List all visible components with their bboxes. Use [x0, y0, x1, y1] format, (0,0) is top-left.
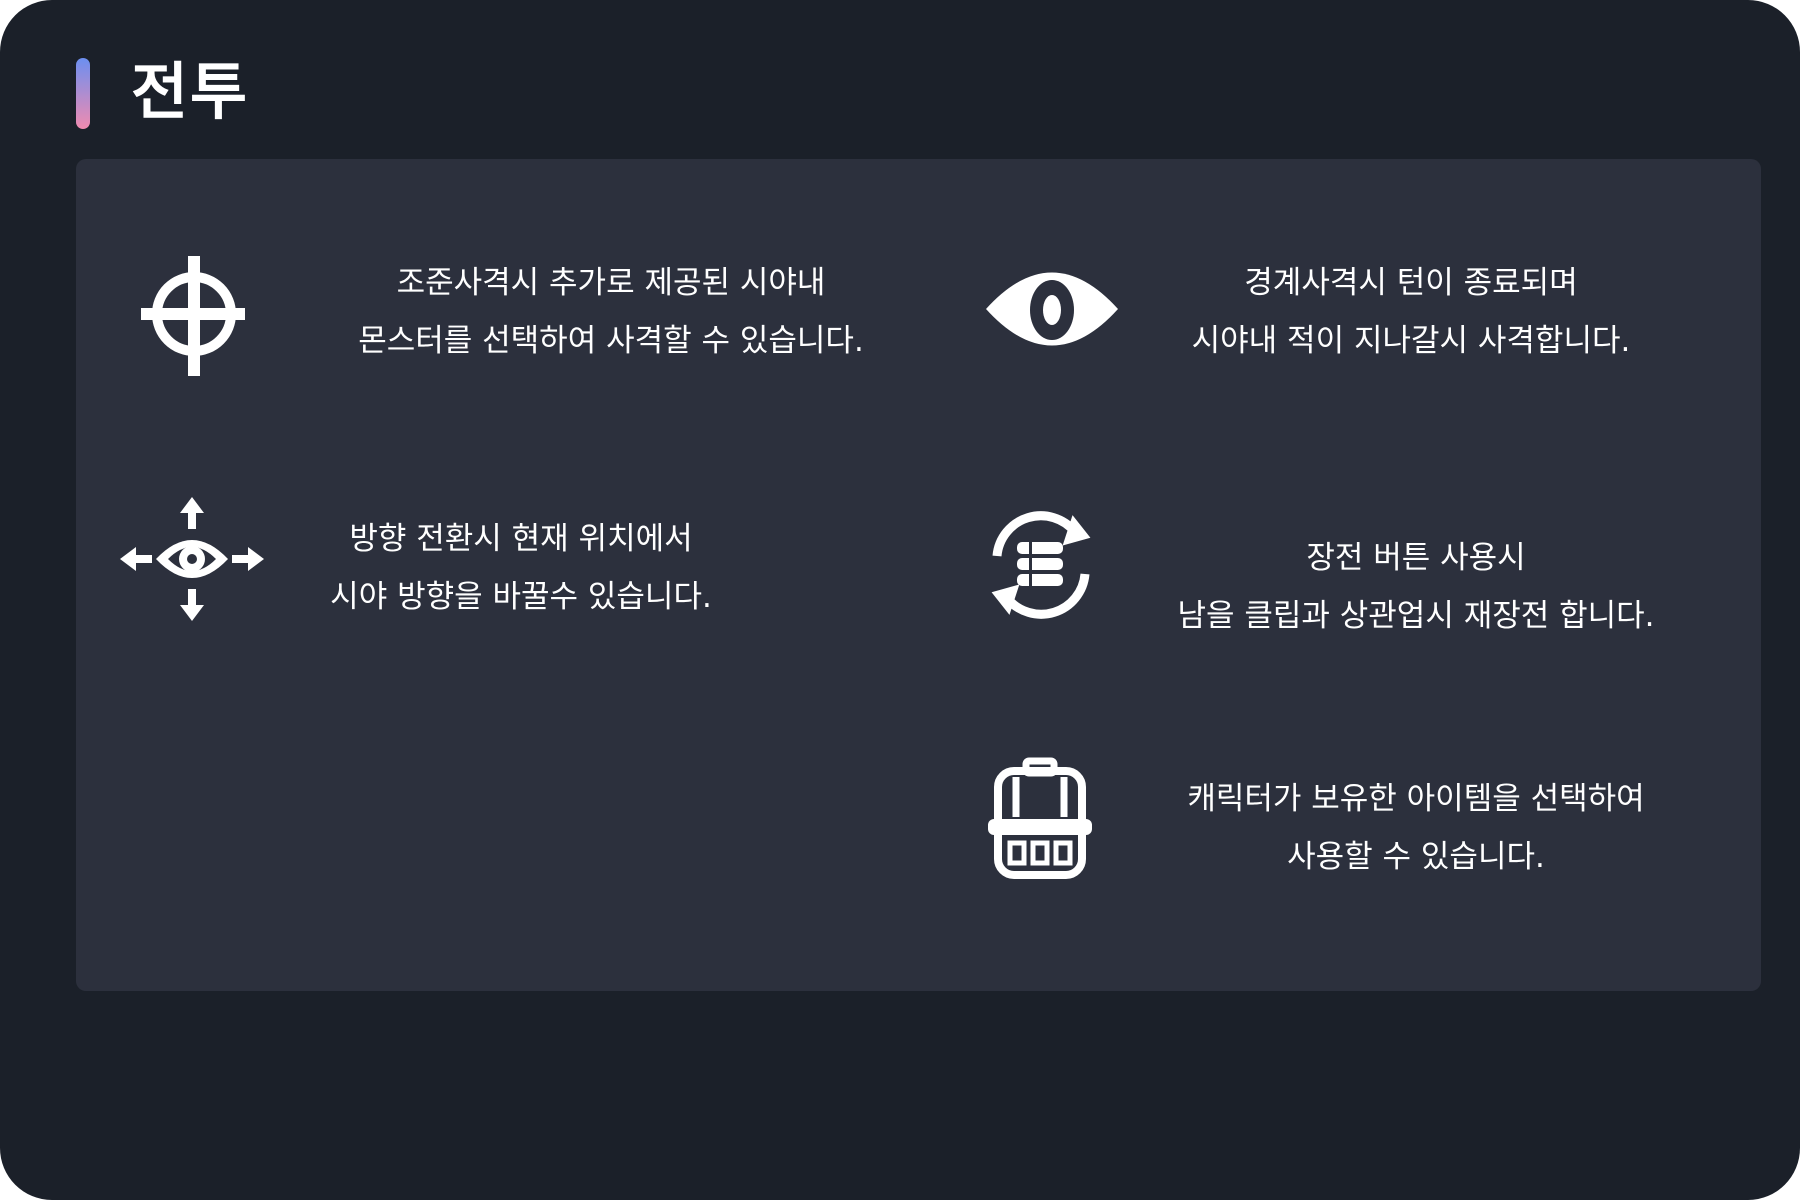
description-line: 장전 버튼 사용시 — [1306, 540, 1526, 576]
description-line: 시야 방향을 바꿀수 있습니다. — [330, 579, 712, 615]
backpack-icon — [984, 757, 1096, 881]
feature-description: 조준사격시 추가로 제공된 시야내 몬스터를 선택하여 사격할 수 있습니다. — [301, 254, 921, 370]
reload-icon — [979, 504, 1103, 626]
eye-icon — [982, 254, 1122, 364]
eye-arrows-icon — [118, 495, 266, 623]
description-line: 사용할 수 있습니다. — [1287, 839, 1545, 875]
description-line: 몬스터를 선택하여 사격할 수 있습니다. — [358, 323, 864, 359]
page-title: 전투 — [131, 55, 250, 128]
title-accent-bar — [76, 58, 90, 129]
feature-description: 장전 버튼 사용시 남을 클립과 상관업시 재장전 합니다. — [1156, 529, 1676, 645]
features-panel: 조준사격시 추가로 제공된 시야내 몬스터를 선택하여 사격할 수 있습니다. … — [76, 159, 1761, 991]
description-line: 조준사격시 추가로 제공된 시야내 — [396, 265, 826, 301]
description-line: 시야내 적이 지나갈시 사격합니다. — [1191, 323, 1631, 359]
feature-description: 캐릭터가 보유한 아이템을 선택하여 사용할 수 있습니다. — [1156, 770, 1676, 886]
feature-description: 방향 전환시 현재 위치에서 시야 방향을 바꿀수 있습니다. — [301, 510, 741, 626]
feature-description: 경계사격시 턴이 종료되며 시야내 적이 지나갈시 사격합니다. — [1151, 254, 1671, 370]
description-line: 방향 전환시 현재 위치에서 — [349, 521, 693, 557]
description-line: 경계사격시 턴이 종료되며 — [1244, 265, 1578, 301]
combat-help-window: 전투 조준사격시 추가로 제공된 시야내 몬스터를 선택하여 사격할 수 있습니… — [0, 0, 1800, 1200]
description-line: 캐릭터가 보유한 아이템을 선택하여 — [1187, 781, 1645, 817]
crosshair-icon — [139, 254, 249, 379]
description-line: 남을 클립과 상관업시 재장전 합니다. — [1177, 598, 1655, 634]
